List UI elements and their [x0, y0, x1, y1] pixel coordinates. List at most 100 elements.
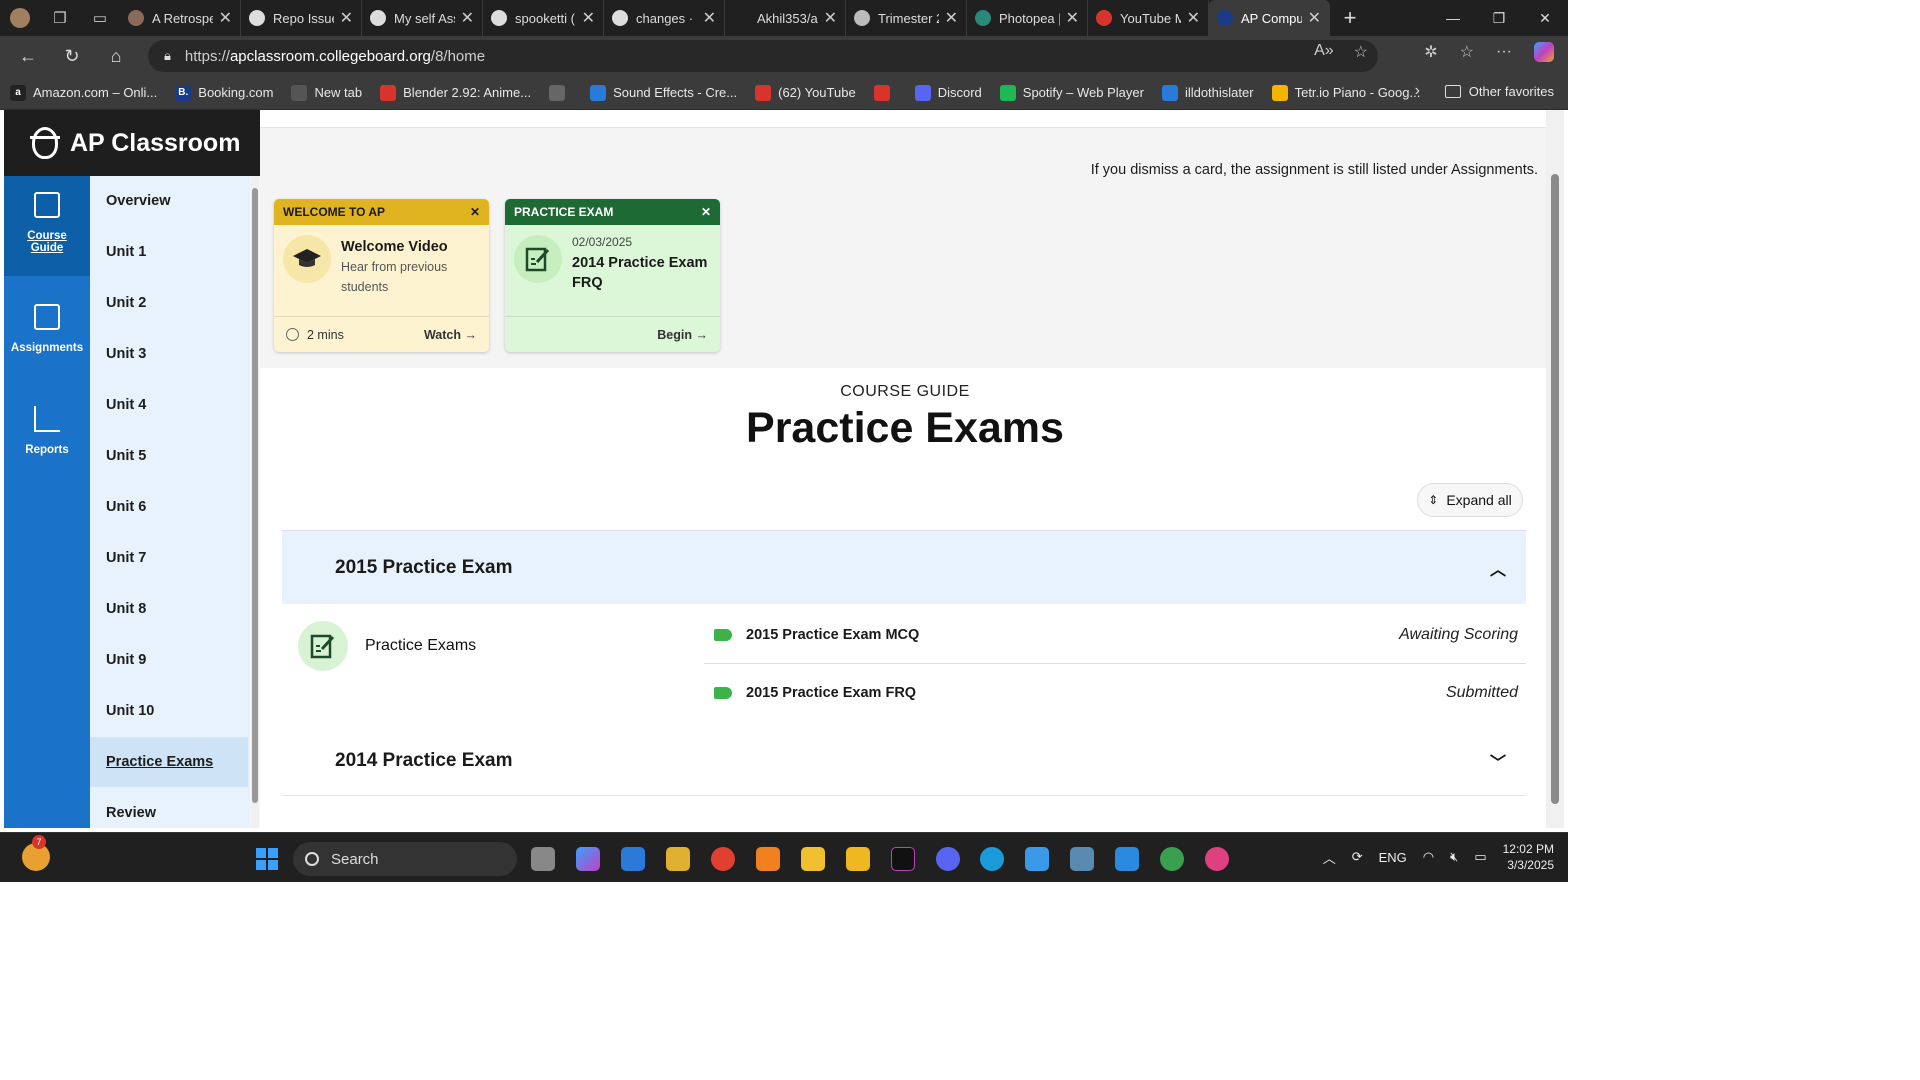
- discord-icon[interactable]: [936, 847, 960, 871]
- copilot-app-icon[interactable]: [576, 847, 600, 871]
- close-icon[interactable]: ✕: [470, 205, 480, 219]
- workspaces-icon[interactable]: ❐: [40, 0, 80, 36]
- favorite-item[interactable]: (62) YouTube: [755, 84, 856, 101]
- rail-reports[interactable]: Reports: [4, 392, 90, 472]
- browser-tab[interactable]: Repo Issue ✕: [241, 0, 362, 36]
- rail-assignments[interactable]: Assignments: [4, 290, 90, 370]
- intellij-icon[interactable]: [891, 847, 915, 871]
- assignment-row[interactable]: 2015 Practice Exam FRQ Submitted: [704, 664, 1526, 722]
- accordion-2015-practice-exam[interactable]: 2015 Practice Exam ︿: [282, 530, 1526, 604]
- close-tab-icon[interactable]: ✕: [219, 8, 232, 28]
- speaker-muted-icon[interactable]: 🔇︎: [1450, 849, 1458, 865]
- close-tab-icon[interactable]: ✕: [1187, 8, 1200, 28]
- vertical-tabs-icon[interactable]: ▭: [80, 0, 120, 36]
- extensions-icon[interactable]: ✲: [1424, 42, 1437, 62]
- close-icon[interactable]: ✕: [701, 205, 711, 219]
- browser-tab[interactable]: spooketti (✕: [483, 0, 604, 36]
- notes-app-icon[interactable]: [846, 847, 870, 871]
- back-button[interactable]: ←: [6, 36, 50, 76]
- unit-nav-scroll-thumb[interactable]: [252, 188, 258, 803]
- address-bar[interactable]: 🔒︎ https://apclassroom.collegeboard.org /…: [148, 40, 1378, 72]
- minimize-button[interactable]: —: [1430, 0, 1476, 36]
- assignment-row[interactable]: 2015 Practice Exam MCQ Awaiting Scoring: [704, 606, 1526, 664]
- ap-classroom-logo[interactable]: AP Classroom: [4, 110, 260, 176]
- clock[interactable]: 12:02 PM 3/3/2025: [1503, 841, 1554, 873]
- store-icon[interactable]: [621, 847, 645, 871]
- favorite-item[interactable]: B. Booking.com: [175, 84, 273, 101]
- godot-icon[interactable]: [1070, 847, 1094, 871]
- task-view-icon[interactable]: [531, 847, 555, 871]
- unit-nav-item[interactable]: Practice Exams: [90, 737, 248, 787]
- start-button[interactable]: [256, 848, 278, 870]
- favorite-item[interactable]: [549, 84, 572, 101]
- wifi-icon[interactable]: ◠: [1423, 849, 1434, 865]
- other-favorites[interactable]: Other favorites: [1444, 84, 1554, 99]
- weather-widget-icon[interactable]: 7: [22, 835, 50, 871]
- unit-nav-item[interactable]: Unit 1: [90, 227, 248, 277]
- vscode-icon[interactable]: [1115, 847, 1139, 871]
- browser-tab[interactable]: My self Ass ✕: [362, 0, 483, 36]
- lock-icon[interactable]: 🔒︎: [164, 48, 171, 64]
- browser-tab[interactable]: Trimester 2 ✕: [846, 0, 967, 36]
- page-scroll-thumb[interactable]: [1551, 174, 1559, 804]
- favorite-item[interactable]: Discord: [914, 84, 982, 101]
- slack-icon[interactable]: [1205, 847, 1229, 871]
- favorite-item[interactable]: Blender 2.92: Anime...: [380, 84, 531, 101]
- accordion-2014-practice-exam[interactable]: 2014 Practice Exam ﹀: [282, 726, 1526, 796]
- practice-exam-card[interactable]: PRACTICE EXAM ✕ 02/03/2025 2014 Practice…: [505, 199, 720, 352]
- sync-icon[interactable]: ⟳: [1352, 849, 1363, 865]
- chevron-up-icon[interactable]: ︿: [1323, 848, 1336, 867]
- begin-button[interactable]: Begin →: [657, 328, 708, 342]
- unit-nav-item[interactable]: Unit 7: [90, 533, 248, 583]
- unit-nav-item[interactable]: Unit 8: [90, 584, 248, 634]
- unit-nav-item[interactable]: Unit 9: [90, 635, 248, 685]
- chrome-icon[interactable]: [711, 847, 735, 871]
- notepad-icon[interactable]: [1025, 847, 1049, 871]
- taskbar-search[interactable]: Search: [293, 842, 517, 876]
- favorite-item[interactable]: [873, 84, 897, 101]
- unit-nav-item[interactable]: Unit 3: [90, 329, 248, 379]
- unit-nav-item[interactable]: Review: [90, 788, 248, 828]
- new-tab-button[interactable]: +: [1330, 0, 1370, 36]
- edge-icon[interactable]: [980, 847, 1004, 871]
- favorite-item[interactable]: illdothislater: [1161, 84, 1254, 101]
- favorites-overflow-chevron-icon[interactable]: ›: [1415, 82, 1420, 100]
- close-tab-icon[interactable]: ✕: [1308, 8, 1321, 28]
- chevron-down-icon[interactable]: ﹀: [1490, 749, 1506, 773]
- favorites-icon[interactable]: ☆: [1460, 42, 1474, 62]
- chrome-profile-icon[interactable]: [1160, 847, 1184, 871]
- close-tab-icon[interactable]: ✕: [582, 8, 595, 28]
- watch-button[interactable]: Watch →: [424, 328, 477, 342]
- favorite-item[interactable]: Tetr.io Piano - Goog...: [1271, 84, 1420, 101]
- browser-tab[interactable]: Photopea | ✕: [967, 0, 1088, 36]
- profile-avatar[interactable]: [0, 0, 40, 36]
- favorite-item[interactable]: a Amazon.com – Onli...: [10, 84, 157, 101]
- expand-all-button[interactable]: ⇕ Expand all: [1417, 483, 1523, 517]
- copilot-icon[interactable]: [1534, 42, 1554, 62]
- welcome-card[interactable]: WELCOME TO AP ✕ Welcome Video Hear from …: [274, 199, 489, 352]
- unit-nav-item[interactable]: Unit 10: [90, 686, 248, 736]
- battery-icon[interactable]: ▭: [1474, 849, 1486, 865]
- unit-nav-item[interactable]: Unit 2: [90, 278, 248, 328]
- browser-tab[interactable]: Akhil353/a ✕: [725, 0, 846, 36]
- favorite-star-icon[interactable]: ☆: [1354, 42, 1368, 62]
- unit-nav-scrollbar[interactable]: [251, 176, 259, 828]
- page-scrollbar[interactable]: [1546, 110, 1564, 828]
- close-tab-icon[interactable]: ✕: [824, 8, 837, 28]
- browser-tab[interactable]: changes · S ✕: [604, 0, 725, 36]
- close-tab-icon[interactable]: ✕: [340, 8, 353, 28]
- browser-tab[interactable]: YouTube M ✕: [1088, 0, 1209, 36]
- favorite-item[interactable]: Sound Effects - Cre...: [590, 84, 737, 101]
- close-tab-icon[interactable]: ✕: [1066, 8, 1079, 28]
- close-tab-icon[interactable]: ✕: [703, 8, 716, 28]
- blender-icon[interactable]: [756, 847, 780, 871]
- browser-tab[interactable]: A Retrospe ✕: [120, 0, 241, 36]
- favorite-item[interactable]: Spotify – Web Player: [999, 84, 1144, 101]
- unit-nav-item[interactable]: Overview: [90, 176, 248, 226]
- unit-nav-item[interactable]: Unit 6: [90, 482, 248, 532]
- close-tab-icon[interactable]: ✕: [461, 8, 474, 28]
- unit-nav-item[interactable]: Unit 5: [90, 431, 248, 481]
- close-tab-icon[interactable]: ✕: [945, 8, 958, 28]
- chevron-up-icon[interactable]: ︿: [1490, 556, 1506, 580]
- refresh-button[interactable]: ↻: [50, 36, 94, 76]
